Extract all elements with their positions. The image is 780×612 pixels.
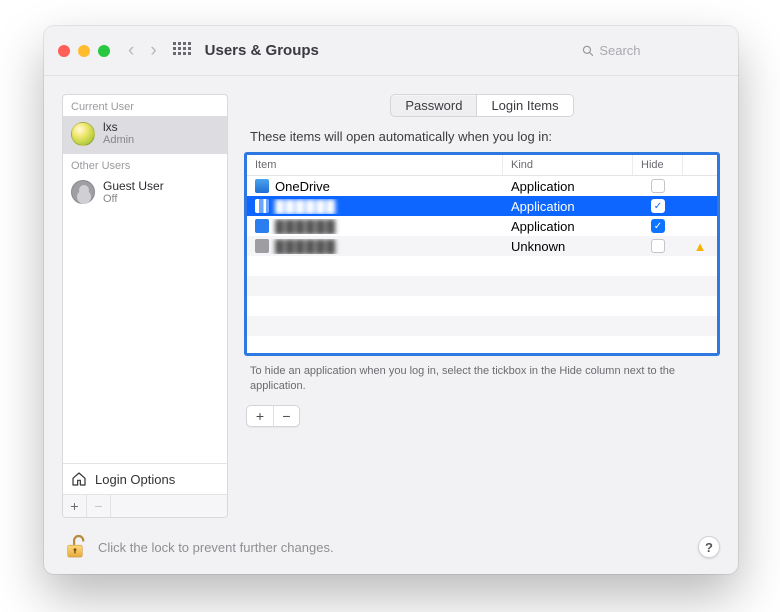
app-icon <box>255 219 269 233</box>
sidebar-user-current[interactable]: lxs Admin <box>63 116 227 154</box>
hint-text: To hide an application when you log in, … <box>244 356 720 405</box>
app-icon <box>255 239 269 253</box>
intro-text: These items will open automatically when… <box>244 129 720 144</box>
preferences-window: ‹ › Users & Groups Current User lxs Admi… <box>44 26 738 574</box>
table-row <box>247 316 717 336</box>
minimize-button[interactable] <box>78 45 90 57</box>
table-row <box>247 256 717 276</box>
item-name: ██████ <box>275 219 336 234</box>
search-field[interactable] <box>574 39 724 62</box>
unlock-icon <box>64 534 86 560</box>
col-spacer <box>683 155 717 175</box>
item-kind: Application <box>503 219 633 234</box>
hide-checkbox[interactable]: ✓ <box>651 219 665 233</box>
table-row <box>247 276 717 296</box>
hide-checkbox[interactable]: ✓ <box>651 199 665 213</box>
table-row <box>247 296 717 316</box>
app-icon <box>255 179 269 193</box>
back-button[interactable]: ‹ <box>128 41 134 60</box>
table-header: Item Kind Hide <box>247 155 717 176</box>
close-button[interactable] <box>58 45 70 57</box>
item-kind: Application <box>503 179 633 194</box>
col-item[interactable]: Item <box>247 155 503 175</box>
avatar <box>71 180 95 204</box>
home-icon <box>71 471 87 487</box>
sidebar-user-buttons: + − <box>63 494 227 517</box>
other-users-label: Other Users <box>63 154 227 175</box>
forward-button[interactable]: › <box>150 41 156 60</box>
warning-icon: ▲ <box>683 239 717 254</box>
table-row[interactable]: OneDrive Application <box>247 176 717 196</box>
add-item-button[interactable]: + <box>247 406 273 426</box>
remove-item-button[interactable]: − <box>273 406 299 426</box>
tab-login-items[interactable]: Login Items <box>477 95 572 116</box>
item-buttons: + − <box>246 405 300 427</box>
content-pane: Password Login Items These items will op… <box>244 94 720 518</box>
tab-group: Password Login Items <box>390 94 573 117</box>
user-role: Admin <box>103 134 134 147</box>
col-kind[interactable]: Kind <box>503 155 633 175</box>
titlebar: ‹ › Users & Groups <box>44 26 738 76</box>
search-input[interactable] <box>599 43 716 58</box>
remove-user-button[interactable]: − <box>87 495 111 517</box>
login-items-table[interactable]: Item Kind Hide OneDriveApplication██████… <box>244 152 720 356</box>
app-icon <box>255 199 269 213</box>
item-kind: Application <box>503 199 633 214</box>
table-row[interactable]: ██████ Application ✓ <box>247 196 717 216</box>
table-row[interactable]: ██████ Unknown ▲ <box>247 236 717 256</box>
table-row[interactable]: ██████ Application ✓ <box>247 216 717 236</box>
search-icon <box>582 44 593 57</box>
login-options-label: Login Options <box>95 472 175 487</box>
nav-arrows: ‹ › <box>128 41 157 60</box>
zoom-button[interactable] <box>98 45 110 57</box>
help-button[interactable]: ? <box>698 536 720 558</box>
table-row <box>247 336 717 353</box>
window-body: Current User lxs Admin Other Users Guest… <box>44 76 738 574</box>
user-name: Guest User <box>103 179 164 193</box>
user-sidebar: Current User lxs Admin Other Users Guest… <box>62 94 228 518</box>
grid-icon <box>173 42 191 55</box>
login-options-button[interactable]: Login Options <box>63 463 227 494</box>
footer: Click the lock to prevent further change… <box>62 532 720 560</box>
user-role: Off <box>103 193 164 206</box>
lock-hint: Click the lock to prevent further change… <box>98 540 688 555</box>
hide-checkbox[interactable] <box>651 239 665 253</box>
show-all-button[interactable] <box>173 42 191 60</box>
user-name: lxs <box>103 120 134 134</box>
item-name: OneDrive <box>275 179 330 194</box>
lock-button[interactable] <box>62 534 88 560</box>
window-title: Users & Groups <box>205 42 319 59</box>
tab-password[interactable]: Password <box>391 95 477 116</box>
hide-checkbox[interactable] <box>651 179 665 193</box>
add-user-button[interactable]: + <box>63 495 87 517</box>
item-kind: Unknown <box>503 239 633 254</box>
current-user-label: Current User <box>63 95 227 116</box>
sidebar-user-guest[interactable]: Guest User Off <box>63 175 227 213</box>
col-hide[interactable]: Hide <box>633 155 683 175</box>
table-body: OneDriveApplication██████Application✓███… <box>247 176 717 353</box>
item-name: ██████ <box>275 239 336 254</box>
item-name: ██████ <box>275 199 336 214</box>
avatar <box>71 122 95 146</box>
window-controls <box>58 45 110 57</box>
